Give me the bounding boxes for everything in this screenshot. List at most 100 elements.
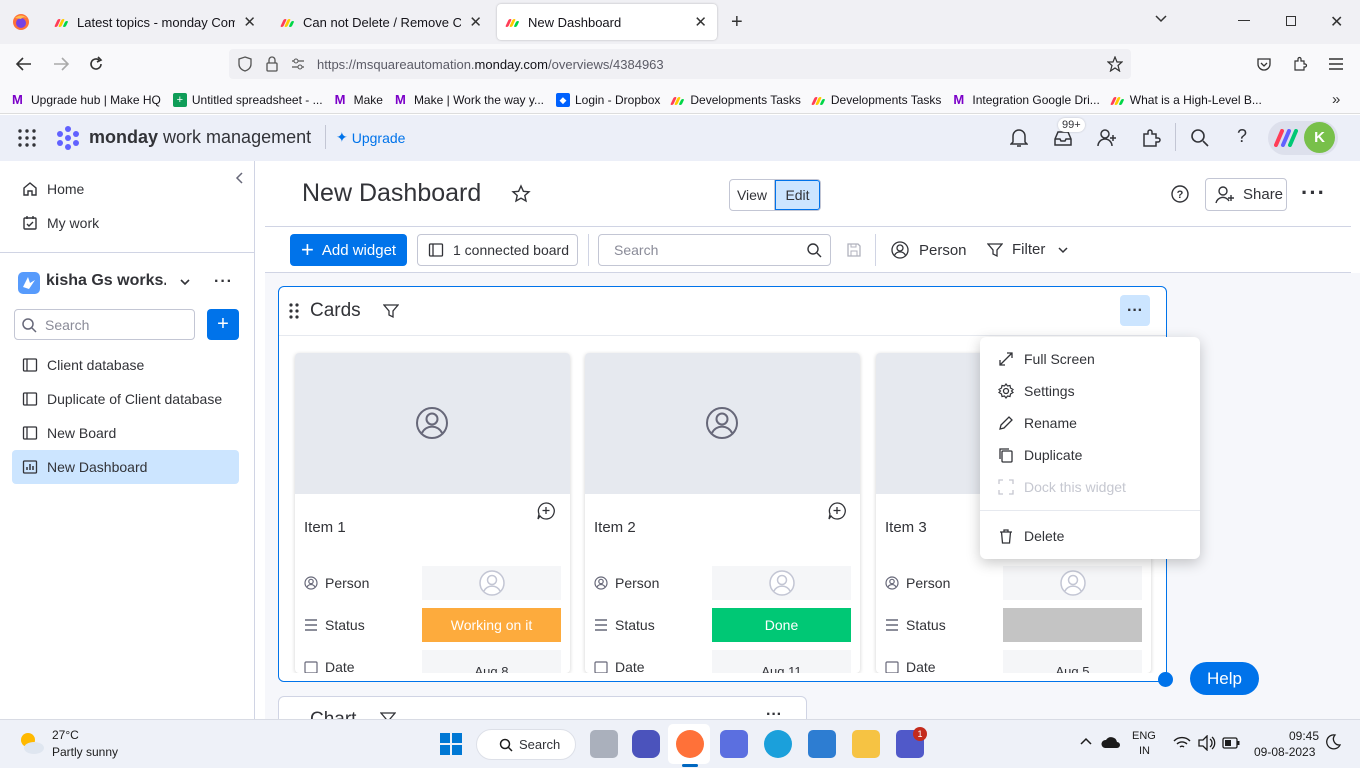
close-icon[interactable]: ✕ <box>243 13 256 31</box>
clock-date[interactable]: 09-08-2023 <box>1254 745 1315 759</box>
share-button[interactable]: Share <box>1205 178 1287 211</box>
help-circle-icon[interactable]: ? <box>1171 185 1189 203</box>
status-badge[interactable]: Working on it <box>422 608 561 642</box>
extensions-icon[interactable] <box>1292 56 1308 72</box>
store-icon[interactable] <box>808 730 836 758</box>
file-explorer-icon[interactable] <box>852 730 880 758</box>
bookmark-upgrade-hub[interactable]: M Upgrade hub | Make HQ <box>12 92 161 107</box>
sidebar-item-home[interactable]: Home <box>12 172 239 206</box>
restore-icon[interactable] <box>1286 16 1296 26</box>
firefox-taskbar-icon[interactable] <box>676 730 704 758</box>
bookmark-developments-tasks-2[interactable]: Developments Tasks <box>811 93 941 107</box>
resize-handle[interactable] <box>1158 672 1173 687</box>
edit-button[interactable]: Edit <box>775 180 820 210</box>
tab-cannot-delete[interactable]: Can not Delete / Remove Cards ✕ <box>272 4 492 40</box>
close-icon[interactable]: ✕ <box>694 13 707 31</box>
close-icon[interactable]: ✕ <box>469 13 482 31</box>
widget-filter-icon[interactable] <box>383 303 399 319</box>
tab-latest-topics[interactable]: Latest topics - monday Commu ✕ <box>46 4 266 40</box>
weather-sun-cloud-icon[interactable] <box>16 728 46 758</box>
widget-title[interactable]: Cards <box>310 300 361 322</box>
card-title[interactable]: Item 3 <box>885 519 927 536</box>
star-bookmark-icon[interactable] <box>1107 56 1123 72</box>
upgrade-button[interactable]: ✦ Upgrade <box>336 129 405 146</box>
bookmark-make-work[interactable]: M Make | Work the way y... <box>395 92 544 107</box>
chevron-down-icon[interactable] <box>1154 12 1168 26</box>
status-badge[interactable]: Done <box>712 608 851 642</box>
search-input[interactable]: Search <box>598 234 831 266</box>
back-arrow-icon[interactable] <box>15 56 33 72</box>
language-in[interactable]: IN <box>1139 745 1150 757</box>
sidebar-item-my-work[interactable]: My work <box>12 206 239 240</box>
card-title[interactable]: Item 1 <box>304 519 346 536</box>
chevron-up-icon[interactable] <box>1079 734 1093 748</box>
site-settings-icon[interactable] <box>291 57 305 71</box>
wifi-icon[interactable] <box>1173 736 1191 750</box>
status-badge[interactable] <box>1003 608 1142 642</box>
sidebar-item-duplicate-client-database[interactable]: Duplicate of Client database <box>12 382 239 416</box>
sidebar-item-new-dashboard[interactable]: New Dashboard <box>12 450 239 484</box>
filter-button[interactable]: Filter <box>987 241 1069 258</box>
tab-new-dashboard[interactable]: New Dashboard ✕ <box>497 4 717 40</box>
person-value[interactable] <box>712 566 851 600</box>
favorite-star-icon[interactable] <box>511 184 531 204</box>
language-eng[interactable]: ENG <box>1132 730 1156 742</box>
more-bookmarks-icon[interactable]: » <box>1332 91 1340 108</box>
card-item[interactable]: Item 2 Person Status Done Date Aug 11 <box>585 353 860 673</box>
avatar[interactable]: K <box>1304 122 1335 153</box>
save-icon[interactable] <box>846 242 862 258</box>
url-bar[interactable]: https://msquareautomation.monday.com/ove… <box>229 49 1131 79</box>
menu-item-settings[interactable]: Settings <box>980 375 1200 407</box>
person-value[interactable] <box>422 566 561 600</box>
date-value[interactable]: Aug 11 <box>712 650 851 673</box>
date-value[interactable]: Aug 5 <box>1003 650 1142 673</box>
workspace-name[interactable]: kisha Gs works... <box>46 272 166 290</box>
invite-user-icon[interactable] <box>1097 128 1117 148</box>
more-actions-icon[interactable]: ··· <box>1301 180 1326 206</box>
onedrive-cloud-icon[interactable] <box>1101 735 1121 749</box>
task-view-icon[interactable] <box>590 730 618 758</box>
add-widget-button[interactable]: + Add widget <box>290 234 407 266</box>
widget-menu-button[interactable]: ··· <box>1120 295 1150 326</box>
pocket-icon[interactable] <box>1256 56 1272 72</box>
weather-desc[interactable]: Partly sunny <box>52 745 118 759</box>
teams-chat-icon[interactable] <box>632 730 660 758</box>
help-button[interactable]: Help <box>1190 662 1259 695</box>
menu-item-full-screen[interactable]: Full Screen <box>980 343 1200 375</box>
bookmark-high-level[interactable]: What is a High-Level B... <box>1109 93 1262 107</box>
bookmark-dropbox[interactable]: ◆ Login - Dropbox <box>555 92 660 107</box>
bookmark-developments-tasks[interactable]: Developments Tasks <box>670 93 801 107</box>
person-filter-button[interactable]: Person <box>891 241 967 259</box>
sidebar-search-input[interactable]: Search <box>14 309 195 340</box>
windows-start-icon[interactable] <box>440 733 462 755</box>
battery-icon[interactable] <box>1222 737 1240 749</box>
close-window-icon[interactable]: ✕ <box>1330 12 1343 32</box>
card-item[interactable]: Item 1 Person Status Working on it Date … <box>295 353 570 673</box>
clock-time[interactable]: 09:45 <box>1259 729 1319 743</box>
app-icon[interactable] <box>720 730 748 758</box>
menu-item-dock-widget[interactable]: Dock this widget <box>980 471 1200 503</box>
menu-item-rename[interactable]: Rename <box>980 407 1200 439</box>
add-update-icon[interactable] <box>537 502 555 520</box>
monday-logo-icon[interactable] <box>55 125 81 151</box>
page-title[interactable]: New Dashboard <box>302 179 481 208</box>
sidebar-item-client-database[interactable]: Client database <box>12 348 239 382</box>
search-icon[interactable] <box>1190 128 1210 148</box>
new-tab-plus-icon[interactable]: + <box>731 11 743 34</box>
notifications-moon-icon[interactable] <box>1325 734 1341 750</box>
volume-icon[interactable] <box>1198 735 1216 751</box>
date-value[interactable]: Aug 8 <box>422 650 561 673</box>
chevron-down-icon[interactable] <box>178 275 192 289</box>
apps-puzzle-icon[interactable] <box>1141 128 1161 148</box>
edge-icon[interactable] <box>764 730 792 758</box>
weather-temp[interactable]: 27°C <box>52 728 79 742</box>
menu-item-delete[interactable]: Delete <box>980 520 1200 552</box>
card-title[interactable]: Item 2 <box>594 519 636 536</box>
add-item-button[interactable]: + <box>207 309 239 340</box>
add-update-icon[interactable] <box>828 502 846 520</box>
workspace-more-icon[interactable]: ··· <box>214 273 233 291</box>
minimize-icon[interactable] <box>1238 20 1250 21</box>
person-value[interactable] <box>1003 566 1142 600</box>
bookmark-make[interactable]: M Make <box>335 92 383 107</box>
drag-handle-icon[interactable] <box>289 303 299 319</box>
